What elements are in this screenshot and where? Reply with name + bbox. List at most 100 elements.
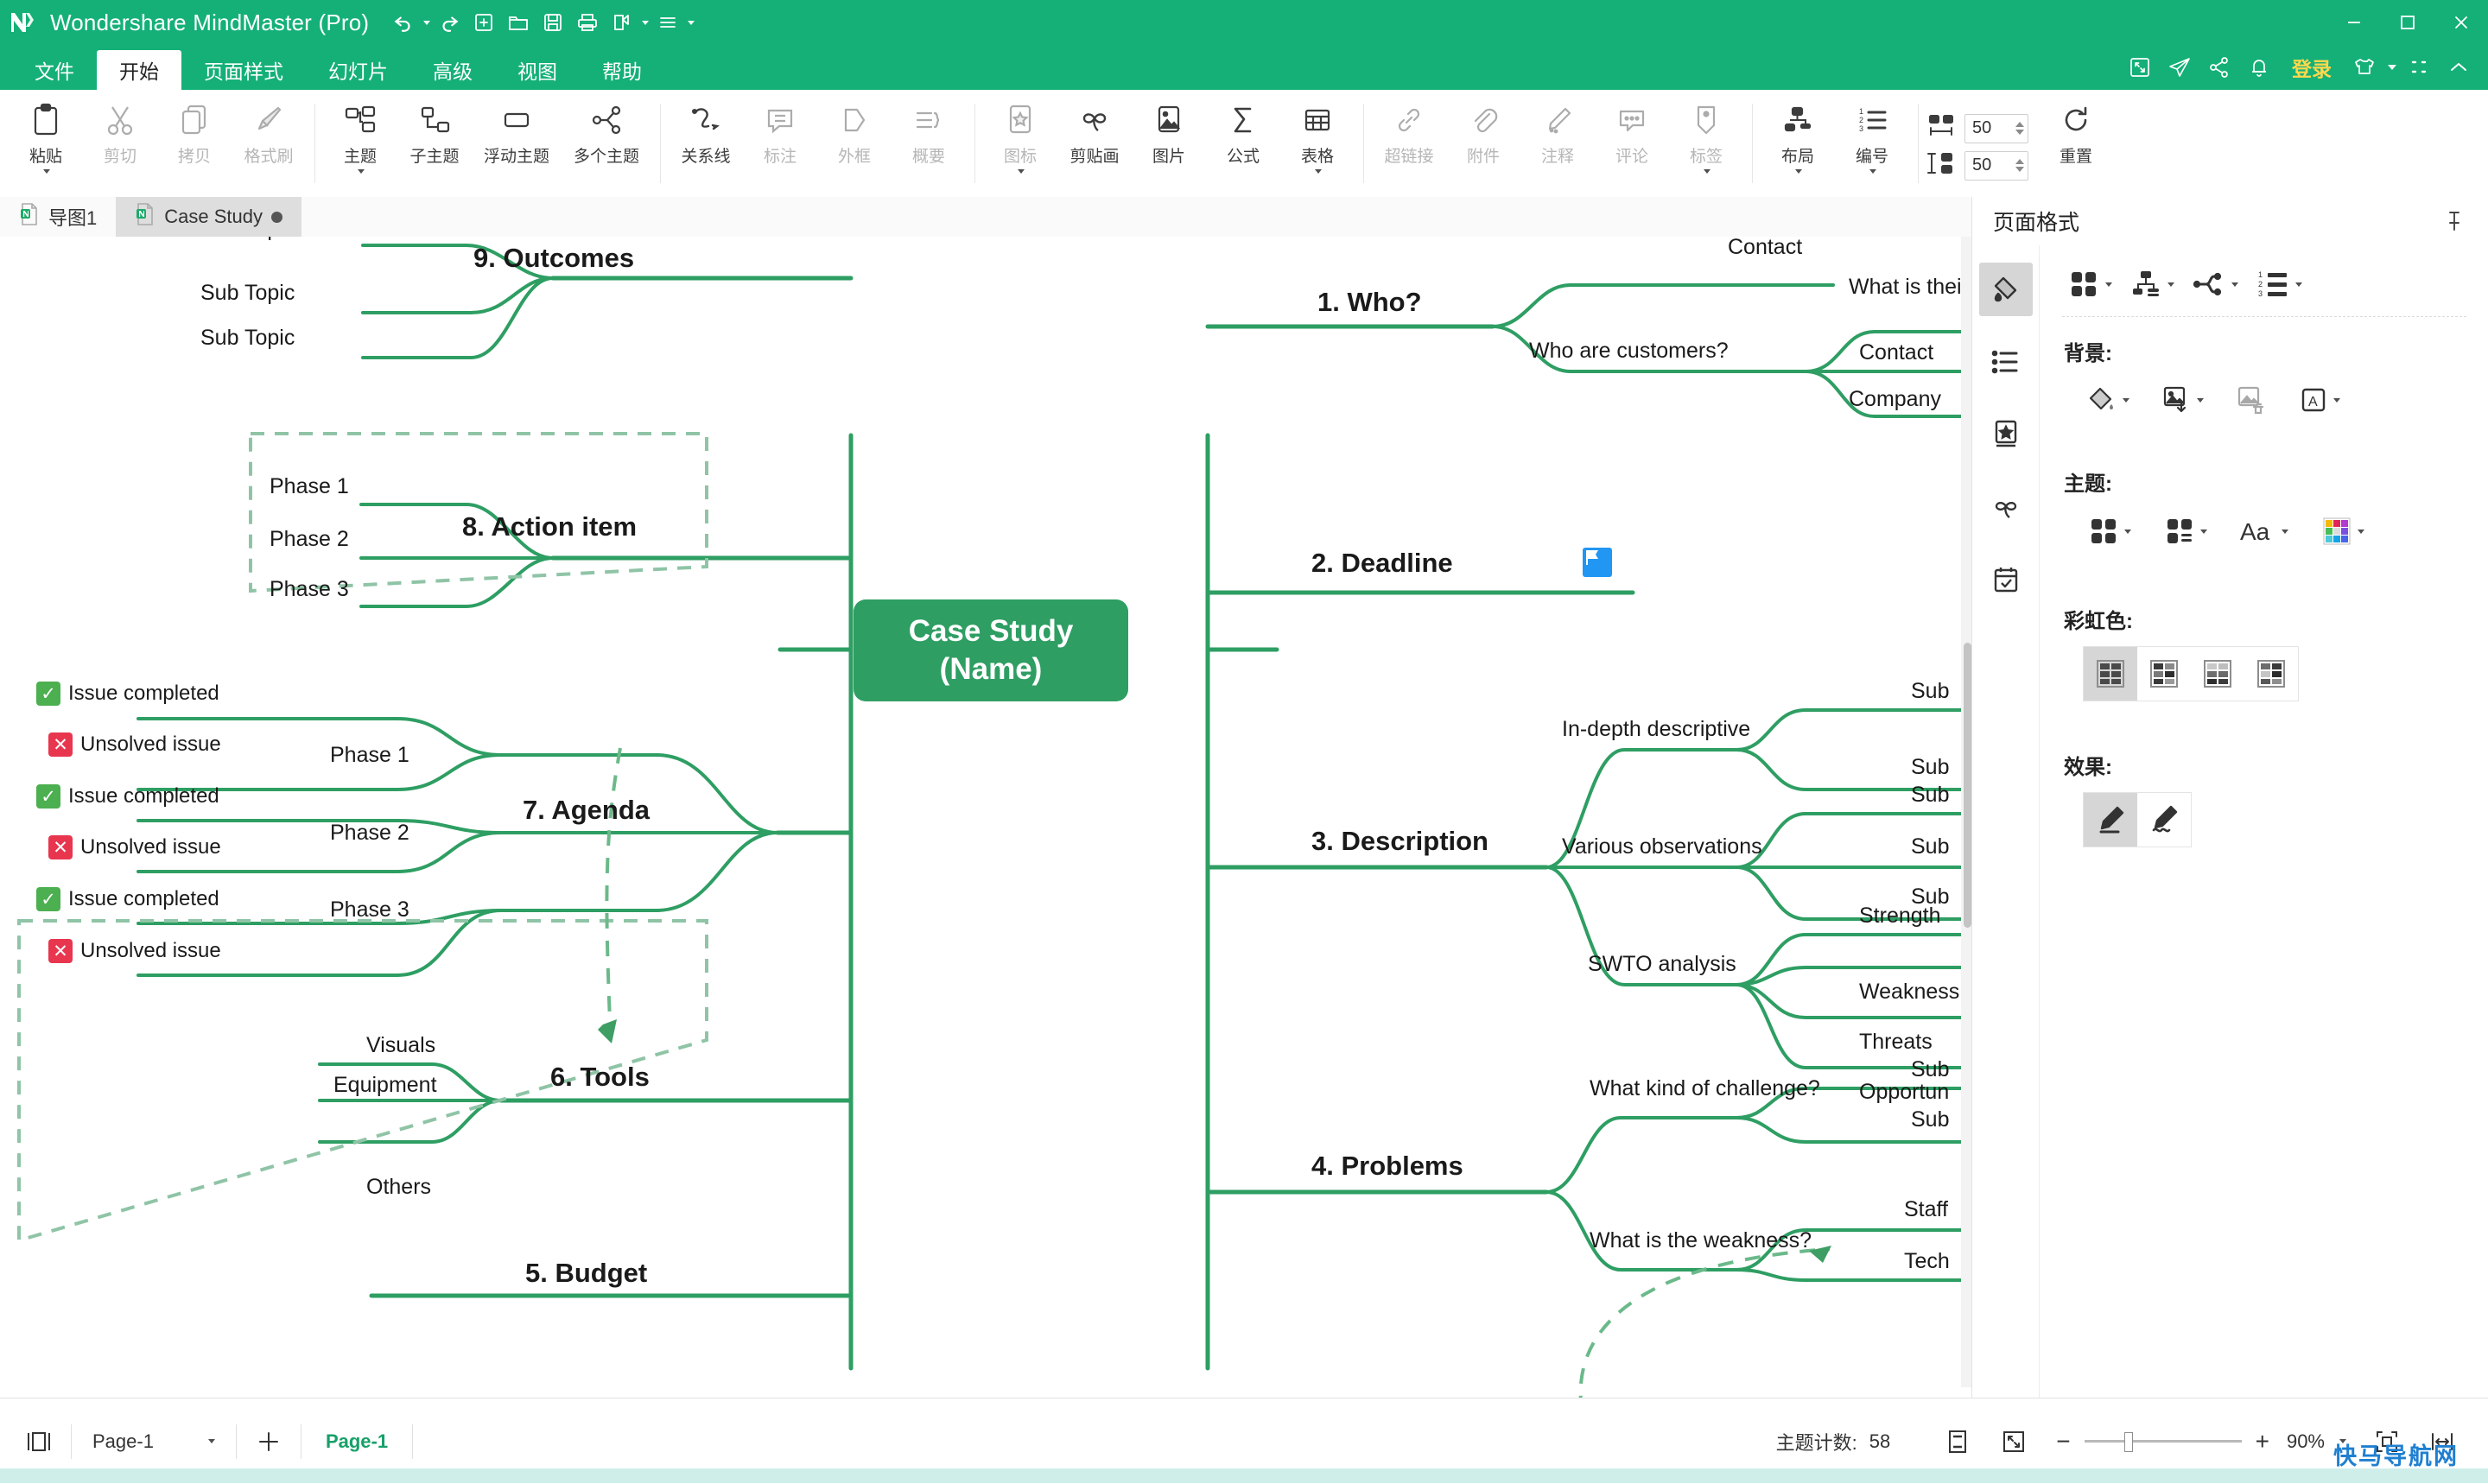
minimize-button[interactable] [2327,0,2381,45]
undo-button[interactable] [388,7,419,38]
ribbon-floating-topic-button[interactable]: 浮动主题 [472,90,562,187]
effect-pen-straight[interactable] [2084,793,2137,847]
spin-up-icon[interactable] [2015,122,2024,127]
canvas-vertical-scroll-thumb[interactable] [1964,643,1971,928]
zoom-in-button[interactable]: + [2256,1428,2269,1455]
apps-grid-icon[interactable] [2402,50,2436,85]
ribbon-hyperlink-button[interactable]: 超链接 [1372,90,1446,187]
ribbon-clipart-button[interactable]: 剪贴画 [1057,90,1132,187]
topic-agenda-p2-unsolved-issue[interactable]: ✕ Unsolved issue [48,835,221,859]
remove-background-image-button[interactable] [2231,378,2271,422]
canvas-vertical-scrollbar[interactable] [1961,237,1971,1387]
topic-agenda-p3-unsolved-issue[interactable]: ✕ Unsolved issue [48,939,221,963]
topic-weakness-tech[interactable]: Tech [1904,1249,1950,1274]
topic-agenda-p2-issue-completed[interactable]: ✓ Issue completed [36,784,219,809]
outline-tab[interactable] [1979,335,2033,389]
rainbow-option-1[interactable] [2084,647,2137,701]
menu-item-advanced[interactable]: 高级 [410,50,495,90]
topic-3-description[interactable]: 3. Description [1311,826,1488,857]
table-dropdown-icon[interactable] [1314,169,1322,174]
save-button[interactable] [537,7,568,38]
horizontal-spacing-input[interactable]: 50 [1964,113,2028,143]
topic-4-problems[interactable]: 4. Problems [1311,1151,1463,1182]
numbering-button[interactable]: 123 [2250,261,2307,308]
topic-swto-analysis[interactable]: SWTO analysis [1588,952,1736,977]
theme-font-button[interactable]: Aa [2235,510,2294,553]
theme-color-button[interactable] [2316,509,2370,554]
topic-challenge-sub-1[interactable]: Sub [1911,1057,1949,1082]
effect-pen-wavy[interactable] [2137,793,2191,847]
fit-page-icon[interactable] [1939,1422,1977,1462]
topic-agenda-phase-3[interactable]: Phase 3 [330,897,409,923]
branch-style-button[interactable] [2187,261,2244,308]
document-tab-map1[interactable]: 导图1 [0,197,116,237]
topic-action-phase-2[interactable]: Phase 2 [270,527,349,552]
topic-customers-contact[interactable]: Contact [1859,340,1933,365]
map-layout-button[interactable] [2062,261,2117,308]
zoom-slider[interactable] [2084,1432,2242,1452]
spin-up-icon[interactable] [2015,159,2024,164]
export-dropdown-icon[interactable] [642,20,650,25]
topic-8-action-item[interactable]: 8. Action item [462,511,637,542]
ribbon-summary-button[interactable]: 概要 [892,90,966,187]
rainbow-option-2[interactable] [2137,647,2191,701]
topic-swto-strength[interactable]: Strength [1859,904,1941,929]
collapse-ribbon-icon[interactable] [2441,50,2476,85]
chevron-down-icon[interactable] [2200,529,2207,534]
vertical-spacing-stepper[interactable] [2015,159,2024,172]
background-fill-button[interactable] [2083,378,2135,422]
vertical-spacing-input[interactable]: 50 [1964,150,2028,181]
fullscreen-icon[interactable] [1994,1422,2034,1462]
central-topic[interactable]: Case Study (Name) [854,599,1128,701]
ribbon-table-button[interactable]: 表格 [1280,90,1355,187]
spin-down-icon[interactable] [2015,130,2024,135]
pin-icon[interactable] [2437,203,2472,239]
watermark-button[interactable]: A [2294,378,2345,422]
topic-outcomes-sub-1[interactable]: Sub Topic [200,237,295,242]
structure-button[interactable] [2124,261,2180,308]
ribbon-comment-button[interactable]: 评论 [1595,90,1669,187]
rainbow-option-4[interactable] [2244,647,2298,701]
style-paint-tab[interactable] [1978,263,2033,316]
topic-tools-others[interactable]: Others [366,1175,431,1200]
ribbon-relationship-button[interactable]: 关系线 [669,90,743,187]
ribbon-reset-button[interactable]: 重置 [2039,90,2113,187]
active-page-label[interactable]: Page-1 [314,1430,400,1453]
topic-agenda-p1-issue-completed[interactable]: ✓ Issue completed [36,682,219,706]
topic-outcomes-sub-2[interactable]: Sub Topic [200,281,295,306]
chevron-down-icon[interactable] [2358,529,2364,534]
topic-agenda-p1-unsolved-issue[interactable]: ✕ Unsolved issue [48,732,221,757]
theme-dropdown-icon[interactable] [2388,65,2396,70]
page-select[interactable]: Page-1 [84,1430,224,1453]
ribbon-layout-button[interactable]: 布局 [1761,90,1835,187]
chevron-down-icon[interactable] [2295,282,2302,287]
zoom-out-button[interactable]: − [2056,1428,2070,1455]
task-tab[interactable] [1979,553,2033,606]
chevron-down-icon[interactable] [2282,529,2288,534]
topic-dropdown-icon[interactable] [357,169,365,174]
topic-6-tools[interactable]: 6. Tools [550,1062,650,1093]
send-icon[interactable] [2162,50,2197,85]
horizontal-spacing-stepper[interactable] [2015,122,2024,135]
paste-dropdown-icon[interactable] [42,169,50,174]
topic-who-contact[interactable]: Contact [1728,237,1802,260]
bell-icon[interactable] [2242,50,2276,85]
topic-in-depth-descriptive[interactable]: In-depth descriptive [1562,717,1750,742]
topic-1-who[interactable]: 1. Who? [1317,287,1422,318]
topic-agenda-phase-1[interactable]: Phase 1 [330,743,409,768]
chevron-down-icon[interactable] [2105,282,2112,287]
chevron-down-icon[interactable] [2197,397,2204,403]
topic-challenge-sub-2[interactable]: Sub [1911,1107,1949,1132]
chevron-down-icon[interactable] [2124,529,2131,534]
topic-in-depth-sub-2[interactable]: Sub [1911,755,1949,780]
login-button[interactable]: 登录 [2282,53,2342,82]
ribbon-note-button[interactable]: 注释 [1520,90,1595,187]
topic-observations-sub-2[interactable]: Sub [1911,834,1949,859]
background-image-button[interactable] [2157,378,2209,422]
ribbon-formula-button[interactable]: 公式 [1206,90,1280,187]
maximize-button[interactable] [2381,0,2434,45]
topic-swto-opportunities[interactable]: Opportun [1859,1080,1949,1105]
sticker-dropdown-icon[interactable] [1017,169,1025,174]
ribbon-numbering-button[interactable]: 123 编号 [1835,90,1909,187]
topic-agenda-phase-2[interactable]: Phase 2 [330,821,409,846]
